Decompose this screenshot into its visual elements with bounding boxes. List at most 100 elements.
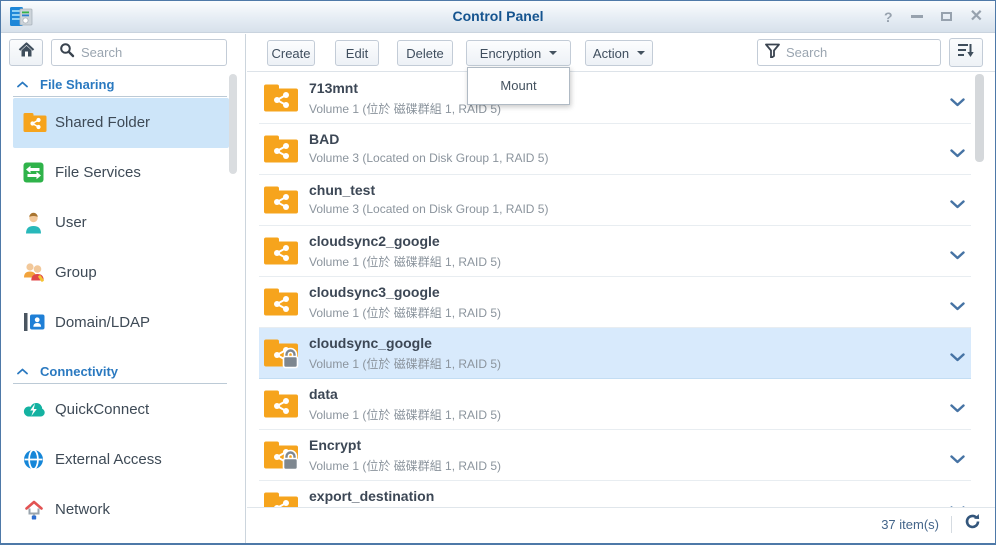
folder-row-cloudsync3-google[interactable]: cloudsync3_googleVolume 1 (位於 磁碟群組 1, RA…: [259, 277, 971, 328]
close-icon: ✕: [970, 9, 983, 25]
sidebar-search-input[interactable]: [81, 45, 219, 60]
sidebar-item-label: Domain/LDAP: [55, 298, 150, 348]
list-scrollbar-thumb[interactable]: [975, 74, 984, 162]
folder-name: data: [309, 386, 338, 402]
folder-row-chun-test[interactable]: chun_testVolume 3 (Located on Disk Group…: [259, 175, 971, 226]
chevron-down-icon[interactable]: [950, 94, 965, 112]
encryption-button[interactable]: Encryption: [466, 40, 571, 66]
folder-volume-info: Volume 1 (位於 磁碟群組 1, RAID 5): [309, 355, 501, 372]
sidebar-item-external-access[interactable]: External Access: [13, 435, 229, 485]
sidebar-item-quickconnect[interactable]: QuickConnect: [13, 385, 229, 435]
chevron-down-icon[interactable]: [950, 196, 965, 214]
sidebar-item-file-services[interactable]: File Services: [13, 148, 229, 198]
help-button[interactable]: ?: [884, 10, 893, 24]
folder-name: cloudsync2_google: [309, 233, 440, 249]
titlebar: Control Panel ? ✕: [1, 1, 995, 33]
sort-button[interactable]: [949, 38, 983, 67]
sidebar-item-group[interactable]: Group: [13, 248, 229, 298]
chevron-down-icon[interactable]: [950, 400, 965, 418]
folder-row-713mnt[interactable]: 713mntVolume 1 (位於 磁碟群組 1, RAID 5): [259, 73, 971, 124]
network-icon: [23, 499, 47, 521]
folder-name: 713mnt: [309, 80, 358, 96]
chevron-down-icon[interactable]: [950, 247, 965, 265]
chevron-down-icon[interactable]: [950, 298, 965, 316]
sidebar-item-domain-ldap[interactable]: Domain/LDAP: [13, 298, 229, 348]
folder-volume-info: Volume 1 (位於 磁碟群組 1, RAID 5): [309, 304, 501, 321]
chevron-down-icon[interactable]: [950, 349, 965, 367]
folder-name: Encrypt: [309, 437, 361, 453]
action-button[interactable]: Action: [585, 40, 653, 66]
section-label: Connectivity: [40, 364, 118, 379]
folder-name: export_destination: [309, 488, 434, 504]
chevron-up-icon: [17, 368, 28, 375]
lock-icon: [284, 453, 298, 470]
footer-divider: [951, 516, 952, 533]
maximize-button[interactable]: [941, 12, 952, 21]
list-footer: 37 item(s): [247, 507, 995, 543]
folder-row-cloudsync-google[interactable]: cloudsync_google Volume 1 (位於 磁碟群組 1, RAI…: [259, 328, 971, 379]
folder-volume-info: Volume 1 (位於 磁碟群組 1, RAID 5): [309, 253, 501, 270]
delete-button[interactable]: Delete: [397, 40, 453, 66]
folder-volume-info: Volume 3 (Located on Disk Group 1, RAID …: [309, 151, 548, 165]
folder-volume-info: Volume 3 (Located on Disk Group 1, RAID …: [309, 202, 548, 216]
section-header-file-sharing[interactable]: File Sharing: [1, 71, 245, 93]
chevron-down-icon[interactable]: [950, 145, 965, 163]
folder-name: cloudsync_google: [309, 335, 432, 351]
close-button[interactable]: ✕: [970, 9, 983, 25]
shared-folder-icon: [263, 83, 299, 114]
shared-folder-icon: [23, 112, 47, 134]
sidebar-item-label: File Services: [55, 148, 141, 198]
refresh-button[interactable]: [964, 513, 981, 535]
home-icon: [18, 42, 35, 63]
folder-row-bad[interactable]: BAD Volume 3 (Located on Disk Group 1, RA…: [259, 124, 971, 175]
edit-button[interactable]: Edit: [335, 40, 379, 66]
sidebar-item-user[interactable]: User: [13, 198, 229, 248]
sidebar-item-network[interactable]: Network: [13, 485, 229, 535]
filter-icon: [765, 43, 780, 63]
home-button[interactable]: [9, 39, 43, 66]
sidebar-item-label: QuickConnect: [55, 385, 149, 435]
create-button[interactable]: Create: [267, 40, 315, 66]
group-icon: [23, 262, 47, 284]
folder-row-export-destination[interactable]: export_destination: [259, 481, 971, 507]
sidebar-scrollbar-thumb[interactable]: [229, 74, 237, 174]
sidebar-item-shared-folder[interactable]: Shared Folder: [13, 98, 229, 148]
sidebar-item-label: Network: [55, 485, 110, 535]
caret-down-icon: [549, 51, 557, 59]
section-header-connectivity[interactable]: Connectivity: [1, 358, 245, 380]
shared-folder-icon: [263, 185, 299, 216]
maximize-icon: [941, 12, 952, 21]
button-label: Create: [271, 46, 310, 61]
sidebar-item-label: Shared Folder: [55, 98, 150, 148]
folder-row-cloudsync2-google[interactable]: cloudsync2_google Volume 1 (位於 磁碟群組 1, RA…: [259, 226, 971, 277]
sidebar-item-label: Group: [55, 248, 97, 298]
toolbar: Create Edit Delete Encryption Action: [247, 34, 995, 72]
folder-volume-info: Volume 1 (位於 磁碟群組 1, RAID 5): [309, 457, 501, 474]
list-filter-input[interactable]: [786, 45, 933, 60]
external-access-icon: [23, 449, 47, 471]
folder-volume-info: Volume 1 (位於 磁碟群組 1, RAID 5): [309, 406, 501, 423]
shared-folder-icon: [263, 440, 299, 471]
toolbar-buttons: Create Edit Delete Encryption Action: [267, 40, 653, 66]
refresh-icon: [964, 513, 981, 535]
minimize-button[interactable]: [911, 15, 923, 18]
sidebar-item-label: External Access: [55, 435, 162, 485]
section-divider: [13, 383, 227, 384]
button-label: Encryption: [480, 46, 541, 61]
shared-folder-icon: [263, 338, 299, 369]
chevron-down-icon[interactable]: [950, 451, 965, 469]
user-icon: [23, 212, 47, 234]
shared-folder-icon: [263, 134, 299, 165]
folder-name: BAD: [309, 131, 339, 147]
window-title: Control Panel: [1, 1, 995, 32]
minimize-icon: [911, 15, 923, 18]
button-label: Delete: [406, 46, 444, 61]
section-label: File Sharing: [40, 77, 114, 92]
button-label: Action: [593, 46, 629, 61]
domain-ldap-icon: [23, 312, 47, 334]
menu-item-mount[interactable]: Mount: [468, 68, 569, 104]
folder-row-data[interactable]: data Volume 1 (位於 磁碟群組 1, RAID 5): [259, 379, 971, 430]
shared-folder-icon: [263, 389, 299, 420]
folder-row-encrypt[interactable]: Encrypt Volume 1 (位於 磁碟群組 1, RAID 5): [259, 430, 971, 481]
encryption-dropdown-menu: Mount: [467, 67, 570, 105]
